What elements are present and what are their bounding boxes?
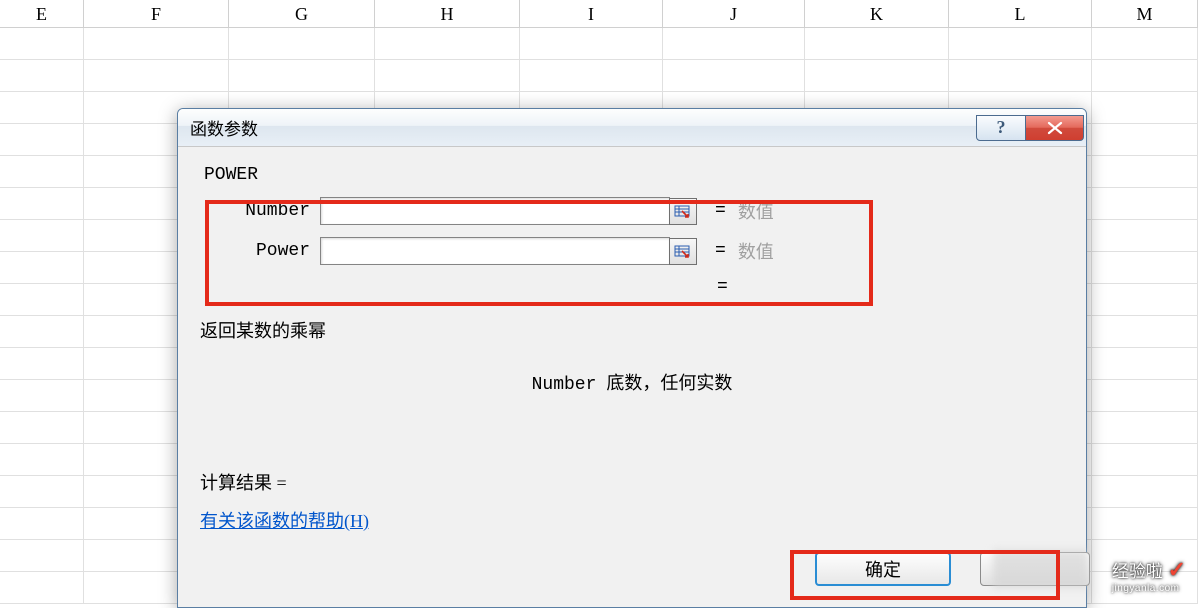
param-desc-text: 底数，任何实数 <box>606 373 732 393</box>
column-header[interactable]: H <box>375 0 520 27</box>
column-header[interactable]: G <box>229 0 375 27</box>
result-equals: = <box>717 277 1064 297</box>
dialog-titlebar[interactable]: 函数参数 ? <box>178 109 1086 147</box>
watermark-brand: 经验啦 <box>1112 562 1163 581</box>
cell[interactable] <box>805 28 949 60</box>
column-header[interactable]: M <box>1092 0 1198 27</box>
cell[interactable] <box>1092 252 1198 284</box>
cell[interactable] <box>0 476 84 508</box>
function-description: 返回某数的乘幂 <box>200 317 1064 343</box>
calculation-result-label: 计算结果 = <box>200 469 1064 495</box>
cell[interactable] <box>1092 28 1198 60</box>
cell[interactable] <box>0 380 84 412</box>
range-selector-icon <box>674 203 692 219</box>
equals-sign: = <box>715 201 726 221</box>
column-header[interactable]: F <box>84 0 229 27</box>
watermark: 经验啦 ✓ jingyanla.com <box>1112 557 1186 594</box>
cell[interactable] <box>0 92 84 124</box>
cell[interactable] <box>375 28 520 60</box>
watermark-check-icon: ✓ <box>1168 557 1186 582</box>
cell[interactable] <box>663 28 805 60</box>
cell[interactable] <box>1092 92 1198 124</box>
cell[interactable] <box>1092 508 1198 540</box>
cell[interactable] <box>84 28 229 60</box>
help-button[interactable]: ? <box>976 115 1026 141</box>
range-selector-button[interactable] <box>669 198 697 225</box>
cell[interactable] <box>1092 476 1198 508</box>
cell[interactable] <box>1092 444 1198 476</box>
cell[interactable] <box>1092 284 1198 316</box>
cell[interactable] <box>0 444 84 476</box>
cell[interactable] <box>805 60 949 92</box>
column-header[interactable]: L <box>949 0 1092 27</box>
cell[interactable] <box>0 508 84 540</box>
column-header-row: EFGHIJKLM <box>0 0 1198 28</box>
cell[interactable] <box>1092 348 1198 380</box>
watermark-url: jingyanla.com <box>1112 583 1186 594</box>
close-icon <box>1046 121 1064 135</box>
dialog-body: POWER Number = 数值 Power <box>178 147 1086 543</box>
cell[interactable] <box>520 60 663 92</box>
cell[interactable] <box>1092 380 1198 412</box>
cell[interactable] <box>949 28 1092 60</box>
cell[interactable] <box>1092 188 1198 220</box>
param-desc-name: Number <box>532 375 597 395</box>
cell[interactable] <box>0 252 84 284</box>
cell[interactable] <box>0 284 84 316</box>
cell[interactable] <box>0 124 84 156</box>
param-result-hint: 数值 <box>738 198 774 224</box>
cell[interactable] <box>1092 124 1198 156</box>
param-result-hint: 数值 <box>738 238 774 264</box>
column-header[interactable]: I <box>520 0 663 27</box>
dialog-title: 函数参数 <box>190 115 258 140</box>
cell[interactable] <box>375 60 520 92</box>
cell[interactable] <box>0 60 84 92</box>
ok-button[interactable]: 确定 <box>815 552 951 586</box>
parameter-description: Number 底数，任何实数 <box>200 369 1064 395</box>
column-header[interactable]: E <box>0 0 84 27</box>
titlebar-buttons: ? <box>976 115 1084 141</box>
close-button[interactable] <box>1026 115 1084 141</box>
cell[interactable] <box>1092 156 1198 188</box>
cell[interactable] <box>229 60 375 92</box>
param-label: Power <box>200 241 310 261</box>
function-name-label: POWER <box>204 165 1064 185</box>
cell[interactable] <box>0 412 84 444</box>
cell[interactable] <box>0 156 84 188</box>
range-selector-icon <box>674 243 692 259</box>
cell[interactable] <box>663 60 805 92</box>
cell[interactable] <box>949 60 1092 92</box>
cancel-blur-overlay <box>993 550 1088 588</box>
cell[interactable] <box>1092 220 1198 252</box>
cell[interactable] <box>0 540 84 572</box>
parameter-row: Number = 数值 <box>200 197 1064 225</box>
function-help-link[interactable]: 有关该函数的帮助(H) <box>200 507 369 533</box>
cell[interactable] <box>84 60 229 92</box>
parameter-row: Power = 数值 <box>200 237 1064 265</box>
cell[interactable] <box>0 220 84 252</box>
equals-sign: = <box>715 241 726 261</box>
param-input-number[interactable] <box>320 197 670 225</box>
cell[interactable] <box>1092 316 1198 348</box>
cell[interactable] <box>229 28 375 60</box>
param-label: Number <box>200 201 310 221</box>
cell[interactable] <box>0 316 84 348</box>
cell[interactable] <box>0 188 84 220</box>
function-arguments-dialog: 函数参数 ? POWER Number = <box>177 108 1087 608</box>
param-input-power[interactable] <box>320 237 670 265</box>
range-selector-button[interactable] <box>669 238 697 265</box>
column-header[interactable]: J <box>663 0 805 27</box>
help-icon: ? <box>997 117 1006 138</box>
cell[interactable] <box>520 28 663 60</box>
cell[interactable] <box>0 348 84 380</box>
cell[interactable] <box>0 572 84 604</box>
cell[interactable] <box>1092 60 1198 92</box>
cell[interactable] <box>1092 412 1198 444</box>
column-header[interactable]: K <box>805 0 949 27</box>
cell[interactable] <box>0 28 84 60</box>
